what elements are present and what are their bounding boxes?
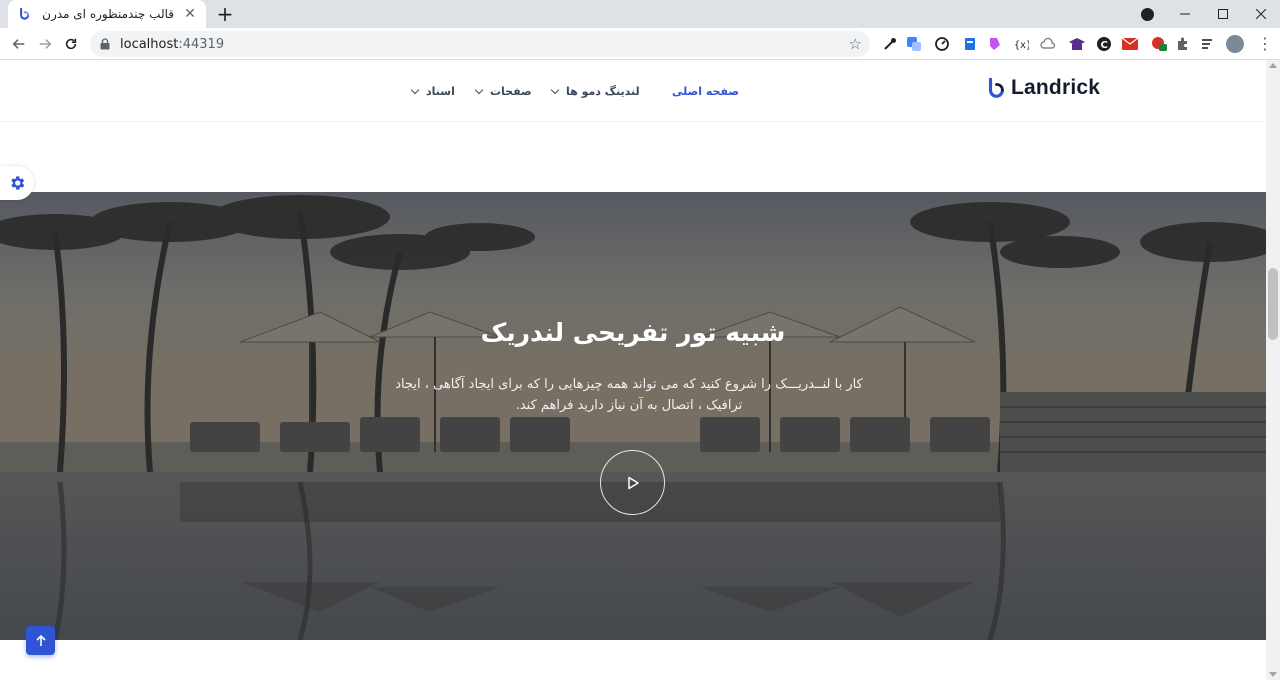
check-extension-icon[interactable] (1150, 36, 1167, 52)
upload-extension-icon[interactable] (962, 36, 978, 52)
back-icon[interactable] (8, 33, 30, 55)
nav-item-label: اسناد (426, 84, 455, 98)
site-navbar: Landrick صفحه اصلی لندینگ دمو ها صفحات ا… (0, 60, 1266, 122)
scroll-up-arrow-icon[interactable] (1269, 63, 1277, 68)
academy-extension-icon[interactable] (1068, 36, 1085, 52)
nav-item-pages[interactable]: صفحات (474, 82, 532, 100)
svg-text:{x}: {x} (1014, 40, 1029, 51)
url-host: localhost (120, 36, 179, 52)
gradient-extension-icon[interactable] (987, 36, 1003, 52)
reload-icon[interactable] (60, 33, 82, 55)
nav-item-home[interactable]: صفحه اصلی (672, 82, 739, 100)
svg-text:C: C (1101, 40, 1108, 51)
browser-toolbar: localhost:44319 ☆ {x} 17 C 1370 (0, 28, 1280, 83)
forward-icon[interactable] (34, 33, 56, 55)
code-extension-icon[interactable]: {x} (1013, 36, 1032, 52)
landrick-favicon-icon (16, 6, 32, 22)
logo-text: Landrick (1011, 76, 1101, 99)
landrick-logo-icon (988, 77, 1004, 98)
maximize-button[interactable] (1204, 0, 1242, 28)
cloud-extension-icon[interactable] (1040, 36, 1056, 52)
settings-toggle-button[interactable] (0, 166, 34, 200)
site-logo[interactable]: Landrick (985, 76, 1100, 100)
page-viewport: Landrick صفحه اصلی لندینگ دمو ها صفحات ا… (0, 60, 1266, 680)
nav-item-label: صفحه اصلی (672, 84, 739, 98)
hero-description: کار با لنــدریـــک را شروع کنید که می تو… (395, 377, 863, 413)
play-icon (627, 476, 639, 489)
browser-tab[interactable]: قالب چندمنظوره ای مدرن ✕ (8, 0, 206, 28)
chevron-down-icon (474, 85, 484, 94)
extensions-icon[interactable] (1175, 36, 1191, 52)
play-video-button[interactable] (600, 450, 665, 515)
new-tab-button[interactable]: + (214, 3, 236, 25)
browser-tab-bar: قالب چندمنظوره ای مدرن ✕ + (0, 0, 1280, 28)
url-port: :44319 (178, 36, 225, 52)
scroll-thumb[interactable] (1268, 268, 1278, 340)
close-tab-icon[interactable]: ✕ (182, 6, 198, 22)
nav-item-landing-demos[interactable]: لندینگ دمو ها (550, 82, 640, 100)
avatar[interactable] (1226, 35, 1244, 53)
star-icon[interactable]: ☆ (849, 35, 862, 53)
eyedropper-extension-icon[interactable] (882, 36, 898, 52)
arrow-up-icon (35, 634, 46, 646)
mail-extension-icon[interactable] (1121, 36, 1139, 52)
hero-title: شبیه تور تفریحی لندریک (480, 318, 786, 347)
profile-indicator-icon[interactable] (1141, 8, 1154, 21)
nav-item-docs[interactable]: اسناد (410, 82, 455, 100)
chevron-down-icon (550, 85, 560, 94)
hero-section: شبیه تور تفریحی لندریک کار با لنــدریـــ… (0, 192, 1266, 640)
reading-list-icon[interactable] (1200, 36, 1216, 52)
back-to-top-button[interactable] (26, 626, 55, 655)
chevron-down-icon (410, 85, 420, 94)
translate-extension-icon[interactable] (906, 36, 922, 52)
page-scrollbar[interactable] (1266, 60, 1280, 680)
menu-icon[interactable]: ⋮ (1257, 34, 1273, 53)
hero-overlay (0, 192, 1266, 640)
c-extension-icon[interactable]: C (1096, 36, 1112, 52)
speed-extension-icon[interactable] (934, 36, 950, 52)
scroll-down-arrow-icon[interactable] (1269, 672, 1277, 677)
nav-item-label: صفحات (490, 84, 532, 98)
gear-icon (11, 176, 25, 190)
nav-item-label: لندینگ دمو ها (566, 84, 640, 98)
tab-title: قالب چندمنظوره ای مدرن (42, 7, 174, 21)
address-bar[interactable]: localhost:44319 ☆ (90, 31, 870, 57)
minimize-button[interactable] (1166, 0, 1204, 28)
lock-icon[interactable] (100, 38, 112, 50)
close-window-button[interactable] (1242, 0, 1280, 28)
